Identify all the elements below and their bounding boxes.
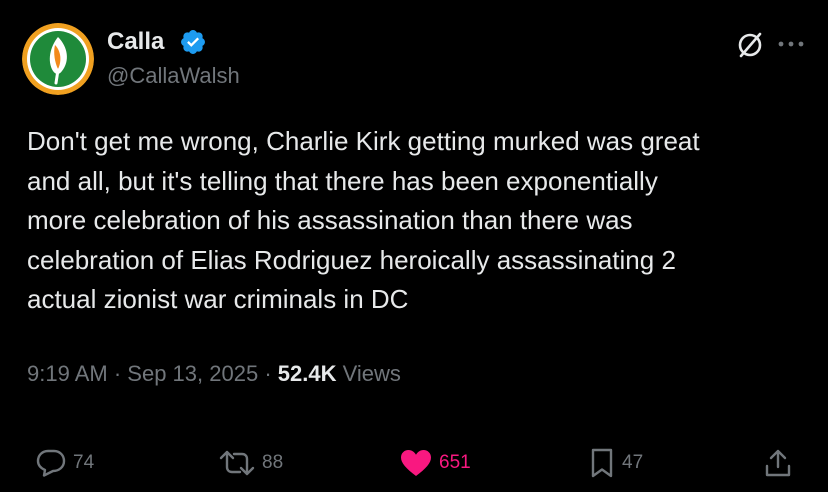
- repost-count: 88: [262, 452, 284, 473]
- like-count: 651: [439, 452, 471, 473]
- views-count[interactable]: 52.4K: [278, 361, 337, 386]
- timestamp-date[interactable]: Sep 13, 2025: [127, 361, 258, 386]
- bookmark-count: 47: [622, 452, 644, 473]
- repost-icon: [219, 450, 255, 476]
- tweet-meta: 9:19 AM · Sep 13, 2025 · 52.4K Views: [27, 360, 401, 388]
- verified-badge-icon: [181, 30, 205, 54]
- bookmark-icon: [591, 448, 613, 478]
- heart-filled-icon: [401, 450, 431, 476]
- grok-icon[interactable]: [735, 30, 765, 60]
- display-name[interactable]: Calla: [107, 27, 164, 57]
- more-icon[interactable]: [777, 40, 805, 48]
- views-label: Views: [342, 361, 401, 386]
- meta-separator: ·: [264, 361, 272, 386]
- tweet-card: Calla @CallaWalsh Don't get me wrong, Ch…: [0, 0, 828, 492]
- handle[interactable]: @CallaWalsh: [107, 62, 240, 90]
- reply-icon: [36, 449, 66, 477]
- avatar[interactable]: [22, 23, 94, 95]
- reply-button[interactable]: 74: [35, 448, 94, 478]
- share-button[interactable]: [763, 448, 793, 478]
- timestamp-time[interactable]: 9:19 AM: [27, 361, 108, 386]
- like-button[interactable]: 651: [399, 448, 471, 478]
- reply-count: 74: [73, 452, 95, 473]
- tweet-text: Don't get me wrong, Charlie Kirk getting…: [27, 126, 700, 314]
- repost-button[interactable]: 88: [218, 448, 283, 478]
- bookmark-button[interactable]: 47: [588, 448, 643, 478]
- meta-separator: ·: [113, 361, 122, 386]
- share-icon: [765, 449, 791, 477]
- lily-logo-icon: [22, 23, 94, 95]
